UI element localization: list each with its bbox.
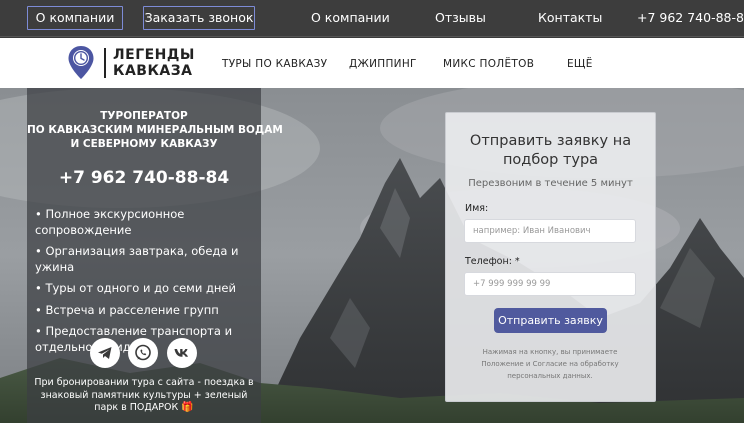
- logo-line-1: ЛЕГЕНДЫ: [113, 47, 195, 63]
- logo-divider: [104, 48, 106, 78]
- phone-label: Телефон: *: [465, 256, 520, 267]
- logo-line-2: КАВКАЗА: [113, 63, 193, 79]
- name-input[interactable]: [464, 219, 636, 243]
- form-subtitle: Перезвоним в течение 5 минут: [468, 178, 633, 189]
- main-phone[interactable]: +7 962 740-88-84: [27, 168, 261, 188]
- consent-text: Нажимая на кнопку, вы принимаете Положен…: [481, 348, 619, 380]
- nav-item-flights-mix[interactable]: МИКС ПОЛЁТОВ: [443, 58, 534, 70]
- nav-item-more[interactable]: ЕЩЁ: [567, 58, 593, 70]
- logo-text[interactable]: ЛЕГЕНДЫ КАВКАЗА: [113, 47, 195, 79]
- submit-request-button[interactable]: Отправить заявку: [494, 308, 607, 333]
- promo-text: При бронировании тура с сайта - поездка …: [30, 377, 258, 415]
- name-label: Имя:: [465, 203, 489, 214]
- tour-operator-heading: ТУРОПЕРАТОР ПО КАВКАЗСКИМ МИНЕРАЛЬНЫМ ВО…: [27, 109, 283, 151]
- feature-item: • Организация завтрака, обеда и ужина: [35, 244, 239, 274]
- vk-icon: [174, 349, 188, 357]
- form-title: Отправить заявку на подбор тура: [469, 133, 632, 168]
- vk-button[interactable]: [167, 338, 197, 368]
- promo-message: При бронировании тура с сайта - поездка …: [34, 377, 254, 413]
- heading-line-3: И СЕВЕРНОМУ КАВКАЗУ: [70, 138, 218, 150]
- location-pin-clock-icon[interactable]: [67, 45, 95, 81]
- feature-item: • Встреча и расселение групп: [35, 302, 219, 317]
- about-company-button[interactable]: О компании: [27, 6, 123, 30]
- telegram-icon: [98, 347, 112, 359]
- top-link-contacts[interactable]: Контакты: [538, 10, 602, 25]
- heading-line-2: ПО КАВКАЗСКИМ МИНЕРАЛЬНЫМ ВОДАМ: [27, 124, 283, 136]
- telegram-button[interactable]: [90, 338, 120, 368]
- feature-item: • Туры от одного и до семи дней: [35, 281, 236, 295]
- top-link-about[interactable]: О компании: [311, 10, 390, 25]
- order-call-button[interactable]: Заказать звонок: [143, 6, 255, 30]
- heading-line-1: ТУРОПЕРАТОР: [100, 110, 188, 122]
- feature-item: • Полное экскурсионное сопровождение: [35, 207, 185, 237]
- whatsapp-icon: [135, 344, 151, 361]
- nav-item-caucasus-tours[interactable]: ТУРЫ ПО КАВКАЗУ: [222, 58, 327, 70]
- top-link-reviews[interactable]: Отзывы: [435, 10, 486, 25]
- whatsapp-button[interactable]: [128, 338, 158, 368]
- gift-icon: 🎁: [181, 402, 194, 413]
- top-phone-link[interactable]: +7 962 740-88-84: [637, 10, 744, 25]
- phone-input[interactable]: [464, 272, 636, 296]
- nav-item-jeeping[interactable]: ДЖИППИНГ: [349, 58, 417, 70]
